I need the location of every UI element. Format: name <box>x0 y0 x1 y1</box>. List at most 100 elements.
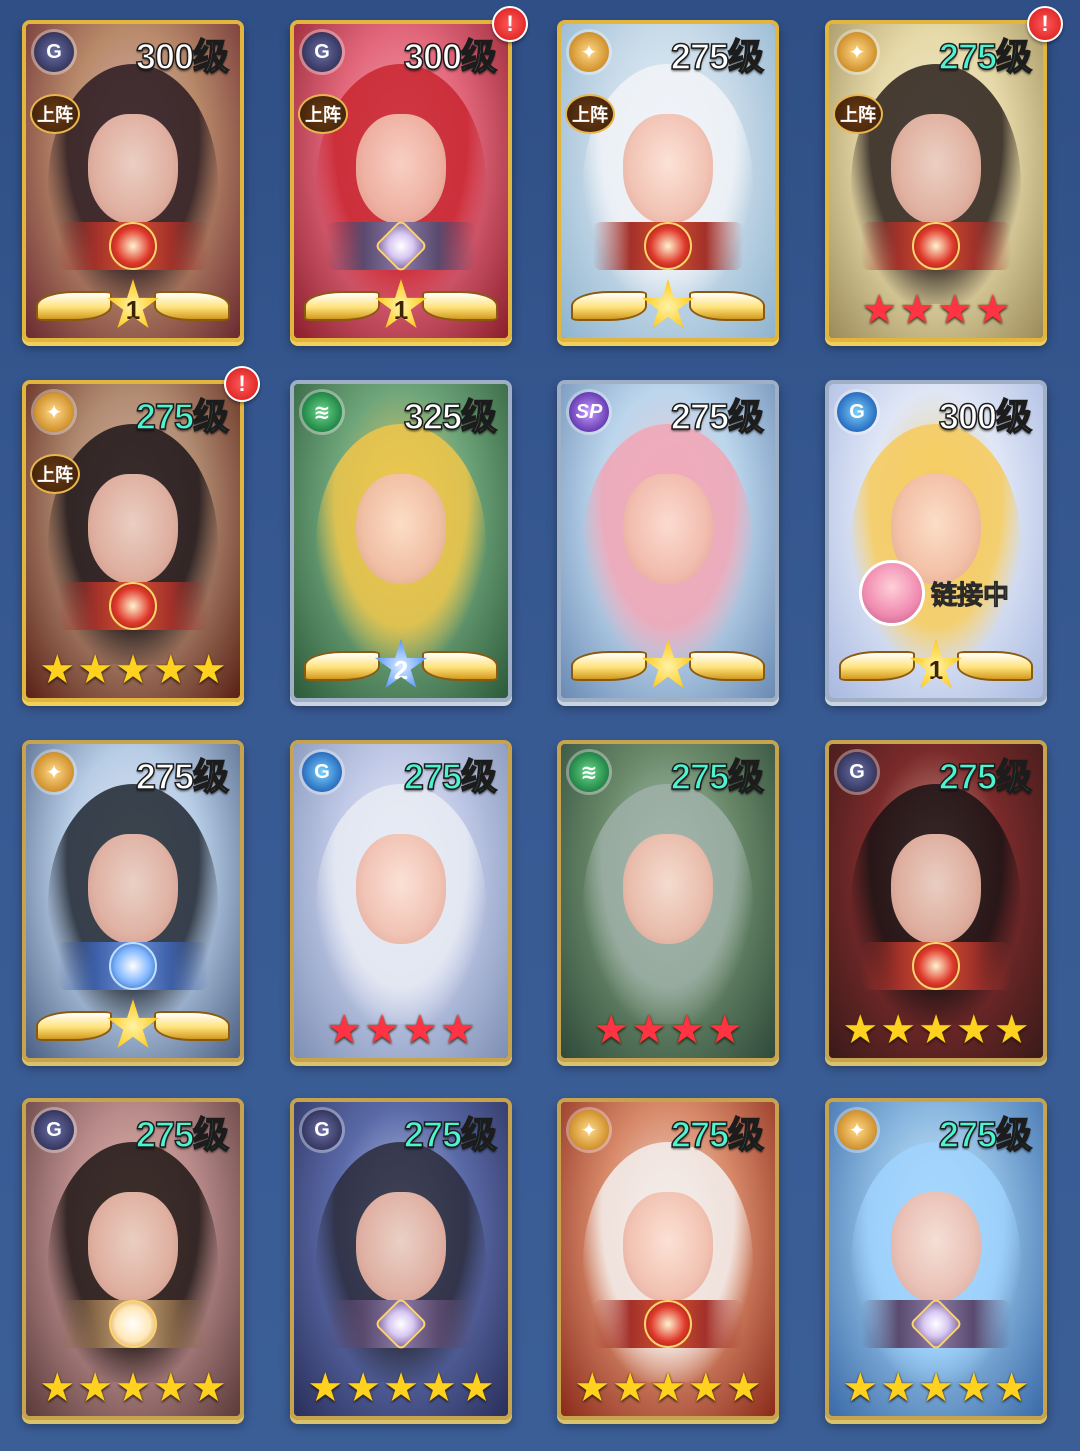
emblem-core-icon <box>109 582 157 630</box>
star-icon: ★ <box>955 1008 992 1052</box>
awaken-emblem-icon <box>593 1300 743 1348</box>
hero-level: 275级 <box>670 755 765 798</box>
right-wing-icon <box>422 291 498 321</box>
rank-wings <box>26 998 240 1054</box>
star-icon: ★ <box>842 1366 879 1410</box>
star-rating: ★ ★ ★ ★ ★ <box>561 1366 775 1410</box>
rank-star-badge: 1 <box>910 639 962 689</box>
left-wing-icon <box>839 651 915 681</box>
faction-sp-icon: SP <box>569 392 609 432</box>
hero-level: 275级 <box>938 1113 1033 1156</box>
hero-card[interactable]: ✦ 275级 ★ ★ ★ ★ ★ <box>825 1098 1047 1420</box>
right-wing-icon <box>957 651 1033 681</box>
faction-light-icon: ✦ <box>34 392 74 432</box>
star-rating: ★ ★ ★ ★ ★ <box>829 1366 1043 1410</box>
awaken-emblem-icon <box>326 219 476 273</box>
star-icon: ★ <box>993 1366 1030 1410</box>
faction-light-icon: ✦ <box>569 32 609 72</box>
alert-badge-icon[interactable]: ! <box>224 366 260 402</box>
hero-level: 275级 <box>670 395 765 438</box>
hero-card[interactable]: ✦ 275级 ★ ★ ★ ★ ★ <box>557 1098 779 1420</box>
awaken-emblem-icon <box>593 222 743 270</box>
hero-grid: G 300级 上阵 1 G 300级 上阵 1! ✦ 275级 上阵 ✦ 275级 上阵 ★ ★ ★ ★! ✦ 275… <box>0 0 1080 1451</box>
star-icon: ★ <box>631 1008 667 1052</box>
hero-level: 275级 <box>135 755 230 798</box>
star-icon: ★ <box>420 1366 457 1410</box>
hero-card[interactable]: ≋ 275级 ★ ★ ★ ★ <box>557 740 779 1062</box>
hero-card[interactable]: G 275级 ★ ★ ★ ★ <box>290 740 512 1062</box>
deployed-badge: 上阵 <box>30 454 80 494</box>
hero-level: 275级 <box>403 755 498 798</box>
deployed-badge: 上阵 <box>833 94 883 134</box>
star-icon: ★ <box>326 1008 363 1052</box>
rank-number: 1 <box>125 294 141 325</box>
star-rating: ★ ★ ★ ★ <box>829 288 1043 332</box>
link-label: 链接中 <box>930 579 1010 610</box>
star-icon: ★ <box>39 1366 76 1410</box>
star-icon: ★ <box>669 1008 705 1052</box>
hero-level: 300级 <box>403 35 498 78</box>
awaken-emblem-icon <box>861 222 1011 270</box>
hero-level: 300级 <box>938 395 1033 438</box>
star-icon: ★ <box>364 1008 400 1052</box>
hero-card[interactable]: G 300级上阵 1 <box>290 20 512 342</box>
left-wing-icon <box>571 651 647 681</box>
hero-level: 275级 <box>938 35 1033 78</box>
emblem-core-icon <box>109 942 157 990</box>
star-icon: ★ <box>77 648 114 692</box>
hero-card[interactable]: SP 275级 <box>557 380 779 702</box>
star-icon: ★ <box>190 1366 227 1410</box>
star-rating: ★ ★ ★ ★ ★ <box>26 648 240 692</box>
rank-star-badge <box>642 279 694 329</box>
right-wing-icon <box>154 1011 230 1041</box>
hero-card[interactable]: G 300级 上阵 1 <box>22 20 244 342</box>
awaken-emblem-icon <box>861 1297 1011 1351</box>
star-icon: ★ <box>402 1008 438 1052</box>
star-icon: ★ <box>687 1366 724 1410</box>
rank-star-badge: 2 <box>375 639 427 689</box>
faction-water-icon: G <box>837 392 877 432</box>
awaken-emblem-icon <box>861 942 1011 990</box>
left-wing-icon <box>304 291 380 321</box>
left-wing-icon <box>36 1011 112 1041</box>
emblem-core-icon <box>912 942 960 990</box>
star-icon: ★ <box>115 648 151 692</box>
hero-card[interactable]: G 275级 ★ ★ ★ ★ ★ <box>22 1098 244 1420</box>
hero-card[interactable]: ✦ 275级 <box>22 740 244 1062</box>
rank-wings: 1 <box>26 278 240 334</box>
rank-number: 1 <box>393 294 409 325</box>
awaken-emblem-icon <box>58 1300 208 1348</box>
faction-dark-icon: G <box>302 32 342 72</box>
left-wing-icon <box>571 291 647 321</box>
hero-card[interactable]: G 275级 ★ ★ ★ ★ ★ <box>825 740 1047 1062</box>
emblem-core-icon <box>644 1300 692 1348</box>
hero-card[interactable]: ≋ 325级 2 <box>290 380 512 702</box>
star-icon: ★ <box>115 1366 151 1410</box>
star-rating: ★ ★ ★ ★ ★ <box>26 1366 240 1410</box>
hero-card[interactable]: ✦ 275级 上阵 ★ ★ ★ ★ <box>825 20 1047 342</box>
star-rating: ★ ★ ★ ★ ★ <box>294 1366 508 1410</box>
faction-light-icon: ✦ <box>569 1110 609 1150</box>
rank-star-badge: 1 <box>107 279 159 329</box>
star-icon: ★ <box>918 1008 954 1052</box>
faction-dark-icon: G <box>837 752 877 792</box>
star-rating: ★ ★ ★ ★ <box>294 1008 508 1052</box>
star-icon: ★ <box>918 1366 954 1410</box>
alert-badge-icon[interactable]: ! <box>1027 6 1063 42</box>
star-icon: ★ <box>152 1366 189 1410</box>
star-icon: ★ <box>39 648 76 692</box>
hero-card[interactable]: G 300级链接中 1 <box>825 380 1047 702</box>
hero-card[interactable]: G 275级 ★ ★ ★ ★ ★ <box>290 1098 512 1420</box>
star-icon: ★ <box>77 1366 114 1410</box>
hero-card[interactable]: ✦ 275级 上阵 <box>557 20 779 342</box>
rank-star-badge <box>642 639 694 689</box>
star-icon: ★ <box>152 648 189 692</box>
hero-card[interactable]: ✦ 275级 上阵 ★ ★ ★ ★ ★ <box>22 380 244 702</box>
alert-badge-icon[interactable]: ! <box>492 6 528 42</box>
star-icon: ★ <box>880 1366 917 1410</box>
awaken-emblem-icon <box>58 582 208 630</box>
emblem-core-icon <box>912 222 960 270</box>
deployed-badge: 上阵 <box>298 94 348 134</box>
rank-star-badge: 1 <box>375 279 427 329</box>
awaken-emblem-icon <box>58 222 208 270</box>
